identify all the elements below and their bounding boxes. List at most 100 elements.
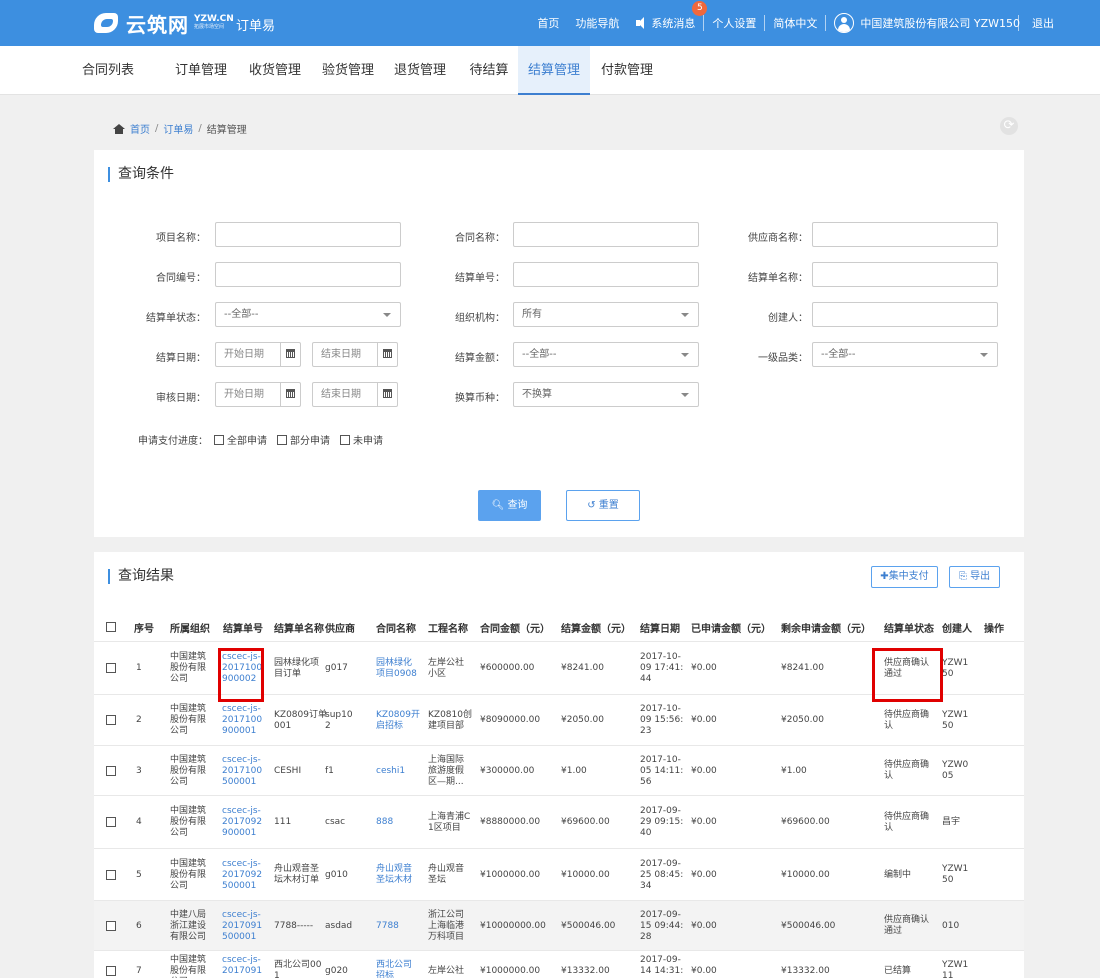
- settle-name-input[interactable]: [812, 262, 998, 287]
- cell-settle-no[interactable]: cscec-js- 2017100 500001: [222, 755, 262, 788]
- nav-home[interactable]: 首页: [529, 15, 567, 31]
- cell-settle-no[interactable]: cscec-js- 2017092 900001: [222, 806, 262, 839]
- reset-button[interactable]: ↺ 重置: [566, 490, 640, 521]
- user-menu[interactable]: 中国建筑股份有限公司 YZW150: [826, 13, 1028, 33]
- settle-start-date[interactable]: 开始日期: [215, 342, 301, 367]
- audit-start-date[interactable]: 开始日期: [215, 382, 301, 407]
- language-switch[interactable]: 简体中文: [765, 15, 825, 31]
- top-bar: 云筑网 YZW.CN 拓展市场空间 订单易 首页 功能导航 系统消息 5 个人设…: [0, 0, 1100, 46]
- contract-name-input[interactable]: [513, 222, 699, 247]
- cell-contract[interactable]: 舟山观音 圣坛木材: [376, 864, 412, 886]
- cell-status: 待供应商确认: [884, 760, 930, 781]
- row-checkbox[interactable]: [106, 920, 116, 931]
- calendar-icon[interactable]: [377, 343, 397, 366]
- cell-contract[interactable]: 7788: [376, 921, 399, 932]
- logo-subtitle: YZW.CN 拓展市场空间: [194, 14, 234, 31]
- query-button[interactable]: 🔍︎ 查询: [478, 490, 541, 521]
- breadcrumb-home[interactable]: 首页: [130, 121, 150, 136]
- home-icon: [113, 123, 125, 134]
- calendar-icon[interactable]: [377, 383, 397, 406]
- cell-date: 2017-10- 09 15:56: 23: [640, 704, 684, 736]
- cell-project: 左岸公社 小区: [428, 657, 465, 679]
- table-row[interactable]: 6 中建八局 浙江建设 有限公司 cscec-js- 2017091 500001 7788-…: [94, 900, 1024, 950]
- cell-contract[interactable]: 888: [376, 817, 393, 828]
- table-row[interactable]: 7 中国建筑股份有限公司 cscec-js-2017091... 西北公司001g02…: [94, 950, 1024, 978]
- org-select[interactable]: 所有: [513, 302, 699, 327]
- nav-function-menu[interactable]: 功能导航: [567, 15, 627, 31]
- audit-end-date[interactable]: 结束日期: [312, 382, 398, 407]
- settle-no-input[interactable]: [513, 262, 699, 287]
- row-checkbox[interactable]: [106, 965, 116, 976]
- tab-payment-management[interactable]: 付款管理: [596, 46, 658, 95]
- cell-contract[interactable]: 西北公司 招标: [376, 960, 412, 978]
- export-button[interactable]: ⎘ 导出: [949, 566, 1000, 588]
- refresh-icon[interactable]: ⟳: [1000, 117, 1018, 135]
- plus-icon: ✚: [880, 571, 889, 582]
- tab-receipt-management[interactable]: 收货管理: [244, 46, 306, 95]
- cell-project: 左岸公社: [428, 965, 465, 976]
- row-checkbox[interactable]: [106, 663, 116, 673]
- supplier-name-input[interactable]: [812, 222, 998, 247]
- row-checkbox[interactable]: [106, 715, 116, 725]
- tab-return-management[interactable]: 退货管理: [389, 46, 451, 95]
- tab-contract-list[interactable]: 合同列表: [79, 46, 137, 95]
- cell-settle-no[interactable]: cscec-js- 2017091 500001: [222, 910, 262, 943]
- settle-status-label: 结算单状态：: [146, 313, 206, 324]
- cell-org: 中国建筑股份有限公司: [170, 652, 207, 684]
- project-name-input[interactable]: [215, 222, 401, 247]
- tab-settlement-management[interactable]: 结算管理: [518, 46, 590, 95]
- message-count-badge: 5: [692, 1, 708, 16]
- contract-no-label: 合同编号：: [156, 273, 206, 284]
- project-name-label: 项目名称：: [156, 233, 206, 244]
- select-all-checkbox[interactable]: [106, 622, 116, 632]
- cell-applied: ¥0.00: [691, 869, 717, 880]
- cell-contract-amt: ¥600000.00: [480, 663, 535, 673]
- row-index: 5: [136, 869, 142, 880]
- calendar-icon[interactable]: [280, 343, 300, 366]
- cell-supplier: g010: [325, 869, 348, 880]
- cell-settle-no[interactable]: cscec-js- 2017092 500001: [222, 859, 262, 892]
- tab-pending-settlement[interactable]: 待结算: [465, 46, 513, 95]
- speaker-icon: [635, 17, 647, 29]
- row-checkbox[interactable]: [106, 817, 116, 827]
- cell-contract[interactable]: ceshi1: [376, 766, 405, 777]
- cell-remain: ¥69600.00: [781, 817, 830, 827]
- cell-org: 中国建筑股份有限公司: [170, 954, 207, 978]
- breadcrumb-order-easy[interactable]: 订单易: [163, 121, 193, 136]
- nav-system-message[interactable]: 系统消息 5: [627, 1, 708, 31]
- row-checkbox[interactable]: [106, 869, 116, 880]
- table-row[interactable]: 3 中国建筑 股份有限 公司 cscec-js- 2017100 500001 CESHI f1…: [94, 745, 1024, 795]
- cell-supplier: csac: [325, 817, 346, 827]
- currency-select[interactable]: 不换算: [513, 382, 699, 407]
- checkbox-all-applied[interactable]: [214, 434, 224, 445]
- row-index: 1: [136, 663, 142, 673]
- settle-end-date[interactable]: 结束日期: [312, 342, 398, 367]
- cell-date: 2017-09- 15 09:44: 28: [640, 909, 684, 942]
- cell-contract[interactable]: KZ0809开 启招标: [376, 710, 420, 732]
- checkbox-partial-applied[interactable]: [277, 434, 287, 445]
- site-logo[interactable]: 云筑网 YZW.CN 拓展市场空间: [92, 9, 234, 37]
- nav-personal-settings[interactable]: 个人设置: [704, 15, 764, 31]
- cell-contract[interactable]: 园林绿化 项目0908: [376, 658, 417, 680]
- category-select[interactable]: --全部--: [812, 342, 998, 367]
- contract-no-input[interactable]: [215, 262, 401, 287]
- row-index: 3: [136, 765, 142, 776]
- creator-input[interactable]: [812, 302, 998, 327]
- calendar-icon[interactable]: [280, 383, 300, 406]
- row-checkbox[interactable]: [106, 765, 116, 776]
- cell-settle-no[interactable]: cscec-js- 2017100 900001: [222, 704, 262, 737]
- cell-settle-no[interactable]: cscec-js-2017091...: [222, 955, 262, 978]
- settle-status-select[interactable]: --全部--: [215, 302, 401, 327]
- logout-link[interactable]: 退出: [1032, 15, 1054, 31]
- results-panel: 查询结果 ✚集中支付 ⎘ 导出 序号 所属组织 结算单号 结算单名称 供应商 合…: [94, 552, 1024, 978]
- batch-pay-button[interactable]: ✚集中支付: [871, 566, 938, 588]
- tab-order-management[interactable]: 订单管理: [170, 46, 232, 95]
- table-row[interactable]: 4 中国建筑 股份有限 公司 cscec-js- 2017092 900001 111 csac…: [94, 795, 1024, 848]
- settle-amount-select[interactable]: --全部--: [513, 342, 699, 367]
- table-row[interactable]: 5 中国建筑 股份有限 公司 cscec-js- 2017092 500001 舟山观音圣 坛木…: [94, 848, 1024, 900]
- tab-inspection-management[interactable]: 验货管理: [317, 46, 379, 95]
- cell-status: 待供应商确认: [884, 709, 930, 731]
- cell-settle-amt: ¥13332.00: [561, 965, 610, 976]
- cell-settle-name: CESHI: [274, 765, 302, 776]
- checkbox-not-applied[interactable]: [340, 434, 350, 445]
